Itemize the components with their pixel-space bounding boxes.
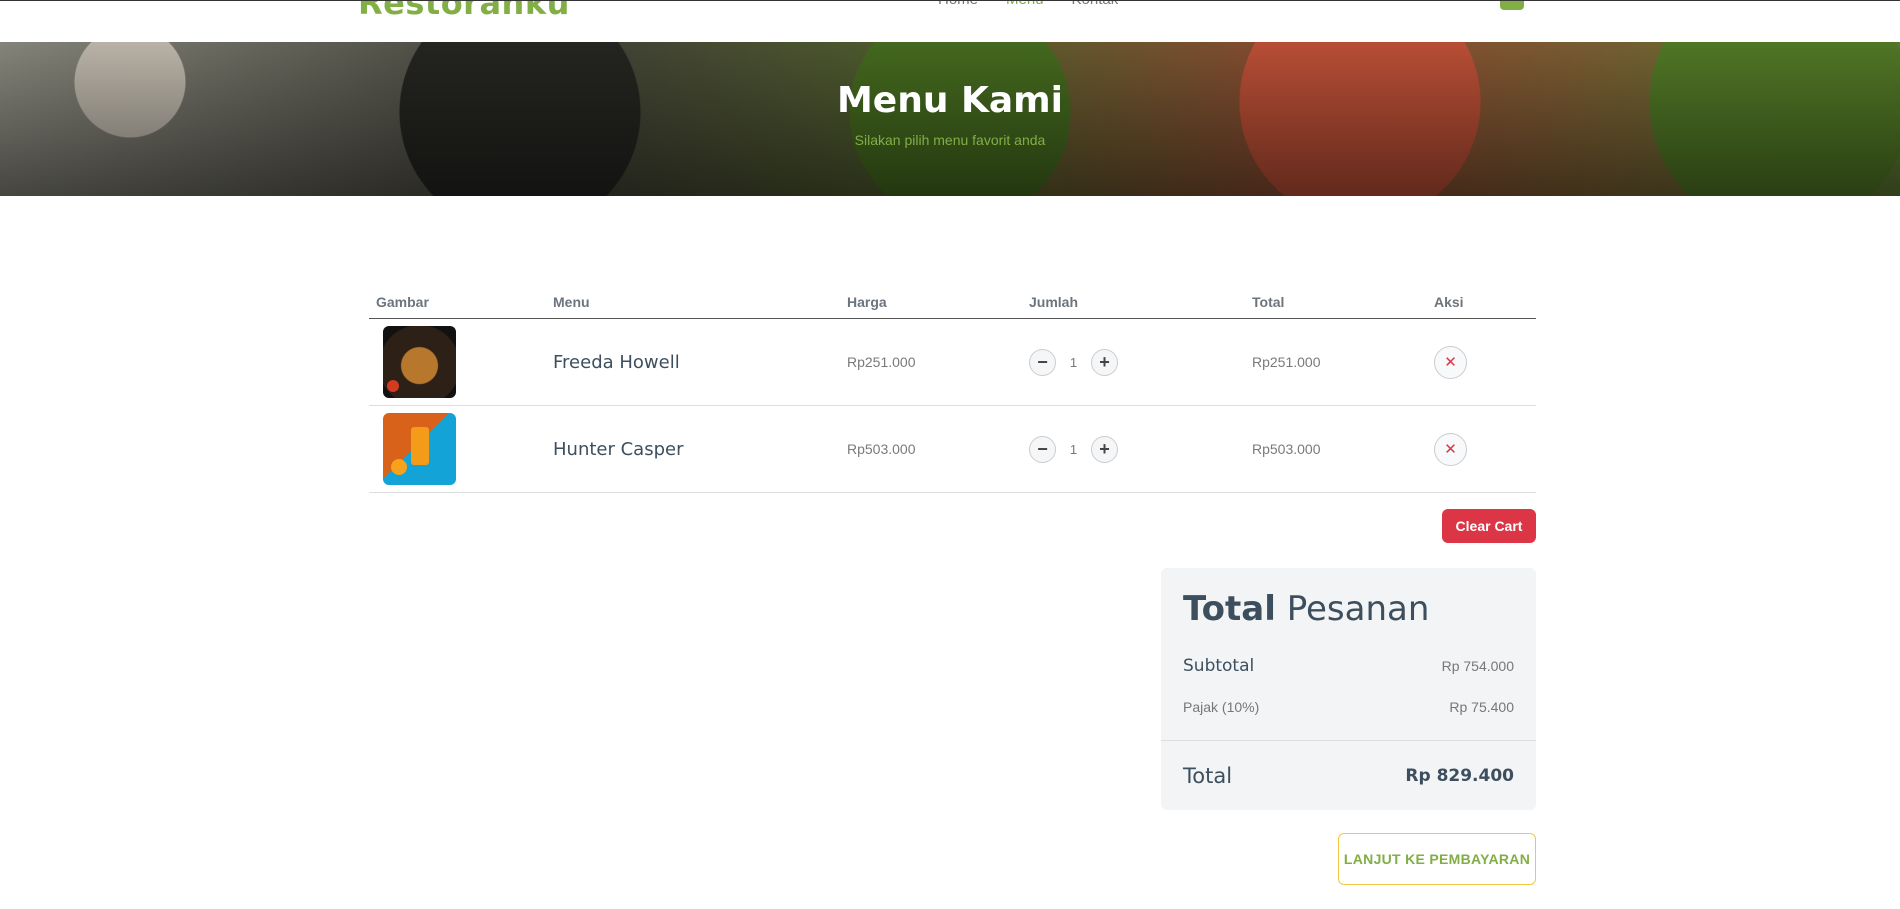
item-price: Rp251.000 <box>847 354 916 370</box>
quantity-value: 1 <box>1069 441 1078 457</box>
tax-value: Rp 75.400 <box>1449 699 1514 715</box>
checkout-button[interactable]: LANJUT KE PEMBAYARAN <box>1338 833 1536 885</box>
nav-link-menu[interactable]: Menu <box>1006 1 1044 8</box>
quantity-stepper: − 1 + <box>1029 348 1252 376</box>
header-jumlah: Jumlah <box>1029 293 1079 310</box>
table-row: Freeda Howell Rp251.000 − 1 + Rp251.000 … <box>369 319 1536 406</box>
table-header: Gambar Menu Harga Jumlah Total Aksi <box>369 285 1536 319</box>
nav-link-home[interactable]: Home <box>938 1 978 8</box>
summary-title-bold: Total <box>1183 589 1276 629</box>
header-total: Total <box>1252 293 1285 310</box>
order-summary: Total Pesanan Subtotal Rp 754.000 Pajak … <box>1161 568 1536 810</box>
item-total: Rp503.000 <box>1252 441 1321 457</box>
orange-juice-image <box>383 413 456 485</box>
plus-icon[interactable]: + <box>1091 348 1118 376</box>
clear-cart-button[interactable]: Clear Cart <box>1442 509 1536 543</box>
header-harga: Harga <box>847 293 887 310</box>
minus-icon[interactable]: − <box>1029 435 1056 463</box>
header-aksi: Aksi <box>1434 293 1464 310</box>
quantity-value: 1 <box>1069 354 1078 370</box>
nav-links: Home Menu Kontak <box>938 1 1119 8</box>
tax-label: Pajak (10%) <box>1183 699 1260 715</box>
hero-banner: Menu Kami Silakan pilih menu favorit and… <box>0 42 1900 196</box>
subtotal-row: Subtotal Rp 754.000 <box>1183 656 1514 676</box>
header-menu: Menu <box>553 293 590 310</box>
item-name: Hunter Casper <box>553 438 684 460</box>
total-label: Total <box>1183 764 1233 788</box>
page-subtitle: Silakan pilih menu favorit anda <box>854 132 1046 148</box>
burger-image <box>383 326 456 398</box>
quantity-stepper: − 1 + <box>1029 435 1252 463</box>
total-row: Total Rp 829.400 <box>1183 764 1514 788</box>
table-row: Hunter Casper Rp503.000 − 1 + Rp503.000 … <box>369 406 1536 493</box>
item-name: Freeda Howell <box>553 351 680 373</box>
cart-table: Gambar Menu Harga Jumlah Total Aksi Free… <box>369 285 1536 493</box>
tax-row: Pajak (10%) Rp 75.400 <box>1183 699 1514 715</box>
navbar: Restoranku Home Menu Kontak <box>0 0 1900 42</box>
subtotal-label: Subtotal <box>1183 656 1255 676</box>
header-gambar: Gambar <box>376 293 429 310</box>
nav-link-kontak[interactable]: Kontak <box>1072 1 1119 8</box>
brand-logo[interactable]: Restoranku <box>358 1 570 22</box>
summary-title: Total Pesanan <box>1183 589 1429 629</box>
remove-item-button[interactable]: ✕ <box>1434 345 1467 379</box>
item-total: Rp251.000 <box>1252 354 1321 370</box>
item-price: Rp503.000 <box>847 441 916 457</box>
subtotal-value: Rp 754.000 <box>1441 658 1514 674</box>
page-title: Menu Kami <box>836 80 1064 121</box>
summary-title-rest: Pesanan <box>1286 589 1430 629</box>
remove-item-button[interactable]: ✕ <box>1434 432 1467 466</box>
total-value: Rp 829.400 <box>1405 766 1514 786</box>
summary-divider <box>1161 740 1536 741</box>
cart-icon-button[interactable] <box>1500 1 1524 10</box>
plus-icon[interactable]: + <box>1091 435 1118 463</box>
minus-icon[interactable]: − <box>1029 348 1056 376</box>
